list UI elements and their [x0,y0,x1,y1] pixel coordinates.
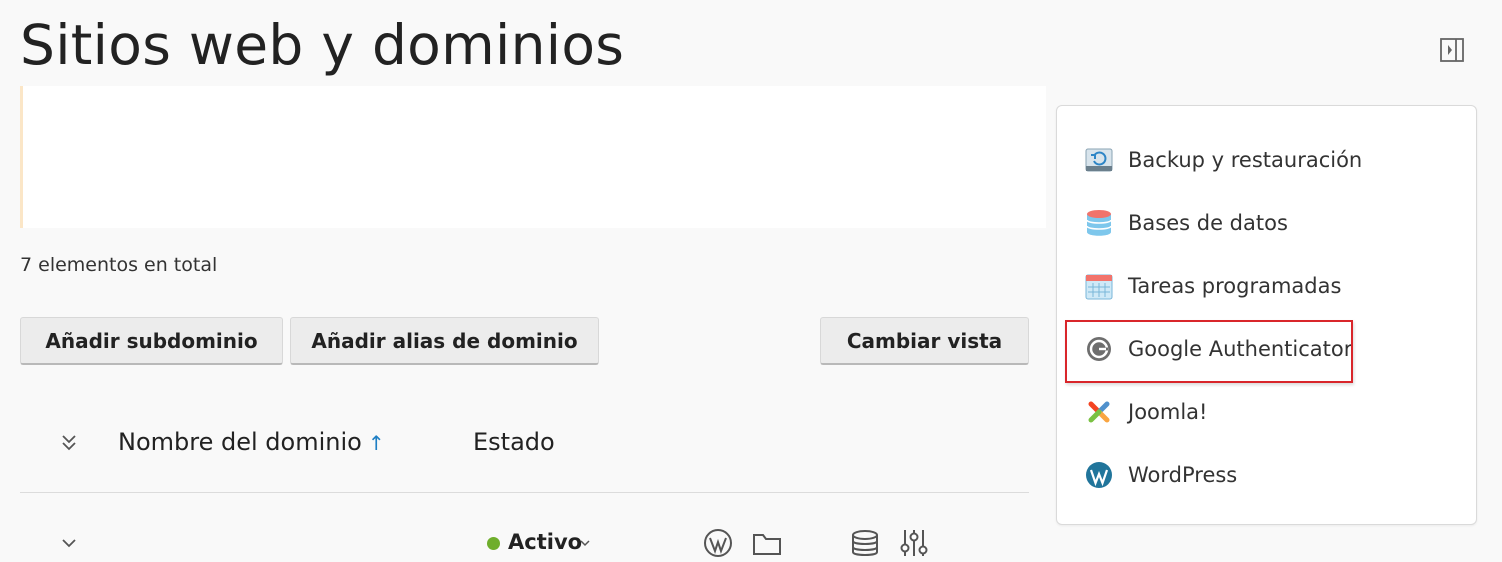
total-count: 7 elementos en total [20,254,218,276]
side-item-databases[interactable]: Bases de datos [1085,203,1288,243]
column-header-domain[interactable]: Nombre del dominio ↑ [118,428,385,456]
side-item-wordpress[interactable]: WordPress [1085,455,1237,495]
sidebar-toggle-icon[interactable] [1440,38,1464,62]
side-panel: Backup y restauración Bases de datos Tar… [1056,105,1477,525]
column-header-status: Estado [473,428,555,456]
add-subdomain-button[interactable]: Añadir subdominio [20,317,283,365]
status-label: Activo [508,530,583,554]
column-header-domain-label: Nombre del dominio [118,428,362,456]
side-item-label: Joomla! [1128,400,1208,424]
status-dropdown-icon[interactable] [578,535,592,549]
calendar-icon [1085,272,1113,300]
table-divider [20,492,1029,493]
page-title: Sitios web y dominios [20,13,625,77]
side-item-label: WordPress [1128,463,1238,487]
notification-banner [20,86,1046,228]
side-item-backup[interactable]: Backup y restauración [1085,140,1362,180]
backup-icon [1085,146,1113,174]
side-item-label: Bases de datos [1128,211,1288,235]
change-view-button[interactable]: Cambiar vista [820,317,1029,365]
side-item-label: Tareas programadas [1128,274,1342,298]
database-icon [1085,209,1113,237]
folder-icon[interactable] [752,528,782,558]
database-icon[interactable] [850,528,880,558]
wordpress-icon[interactable] [703,528,733,558]
joomla-icon [1085,398,1113,426]
add-domain-alias-button[interactable]: Añadir alias de dominio [290,317,599,365]
side-item-scheduled-tasks[interactable]: Tareas programadas [1085,266,1341,306]
status-indicator [487,537,500,550]
settings-sliders-icon[interactable] [899,528,929,558]
chevron-down-icon[interactable] [58,532,80,554]
highlight-box [1065,320,1353,383]
wordpress-icon [1085,461,1113,489]
side-item-label: Backup y restauración [1128,148,1363,172]
side-item-joomla[interactable]: Joomla! [1085,392,1207,432]
sort-ascending-icon: ↑ [367,431,385,455]
expand-all-icon[interactable] [58,432,80,454]
